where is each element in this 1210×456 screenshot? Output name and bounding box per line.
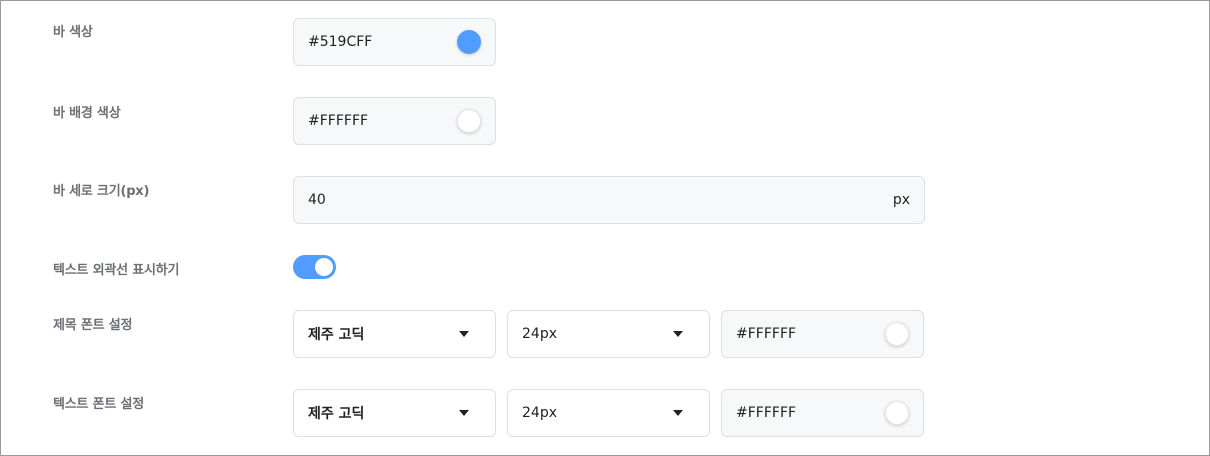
chevron-down-icon [459,331,469,337]
title-font-color-field[interactable]: #FFFFFF [721,310,924,358]
text-font-family-select[interactable]: 제주 고딕 [293,389,496,437]
text-font-size-select[interactable]: 24px [507,389,710,437]
text-outline-label: 텍스트 외곽선 표시하기 [53,263,180,278]
bar-bg-color-swatch[interactable] [457,109,481,133]
bar-bg-color-field[interactable]: #FFFFFF [293,97,496,145]
title-font-size-value: 24px [522,326,557,342]
title-font-label: 제목 폰트 설정 [53,318,133,333]
settings-panel: 바 색상 #519CFF 바 배경 색상 #FFFFFF 바 세로 크기(px)… [0,0,1210,456]
title-font-family-value: 제주 고딕 [308,327,365,343]
bar-height-input[interactable]: 40 px [293,176,925,224]
bar-bg-color-label: 바 배경 색상 [53,106,121,121]
bar-height-value: 40 [308,192,326,208]
bar-color-swatch[interactable] [457,30,481,54]
text-font-family-value: 제주 고딕 [308,406,365,422]
text-font-color-value: #FFFFFF [736,405,797,421]
title-font-color-value: #FFFFFF [736,326,797,342]
chevron-down-icon [673,410,683,416]
text-outline-toggle[interactable] [293,255,336,279]
toggle-knob [315,258,333,276]
text-font-color-swatch[interactable] [885,401,909,425]
text-font-color-field[interactable]: #FFFFFF [721,389,924,437]
chevron-down-icon [459,410,469,416]
title-font-color-swatch[interactable] [885,322,909,346]
text-font-size-value: 24px [522,405,557,421]
bar-bg-color-value: #FFFFFF [308,113,369,129]
bar-color-field[interactable]: #519CFF [293,18,496,66]
bar-height-label: 바 세로 크기(px) [53,184,150,199]
title-font-size-select[interactable]: 24px [507,310,710,358]
chevron-down-icon [673,331,683,337]
bar-color-label: 바 색상 [53,25,93,40]
title-font-family-select[interactable]: 제주 고딕 [293,310,496,358]
bar-height-unit: px [892,192,910,208]
text-font-label: 텍스트 폰트 설정 [53,397,144,412]
bar-color-value: #519CFF [308,34,373,50]
